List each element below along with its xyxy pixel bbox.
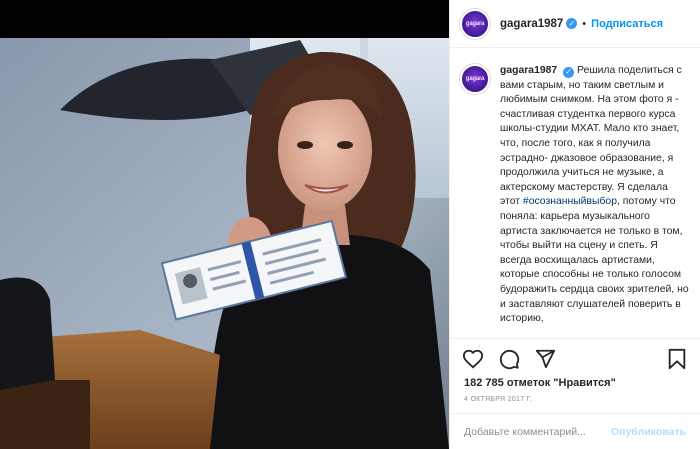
likes-count[interactable]: 182 785 отметок "Нравится" [450, 377, 700, 389]
hashtag-link[interactable]: #осознанныйвыбор [523, 196, 617, 207]
share-icon[interactable] [534, 348, 556, 370]
photo-illustration [0, 0, 449, 449]
action-bar [450, 339, 700, 379]
caption-area: gagara gagara1987 ✓ Решила поделиться с … [450, 48, 700, 338]
post-photo[interactable] [0, 0, 449, 449]
comment-icon[interactable] [498, 348, 520, 370]
caption-text: Решила поделиться с вами старым, но таки… [500, 65, 682, 208]
post-sidebar: gagara gagara1987 ✓ • Подписаться gagara… [449, 0, 700, 449]
post-caption: gagara1987 ✓ Решила поделиться с вами ст… [500, 64, 690, 338]
username-link[interactable]: gagara1987 [500, 18, 563, 30]
heart-icon[interactable] [462, 348, 484, 370]
comment-bar: Опубликовать [450, 413, 700, 449]
bookmark-icon[interactable] [666, 348, 688, 370]
verified-badge-icon: ✓ [566, 18, 578, 29]
separator-dot: • [582, 17, 587, 30]
comment-input[interactable] [464, 425, 612, 438]
post-comment-button[interactable]: Опубликовать [611, 426, 686, 438]
avatar[interactable]: gagara [460, 64, 490, 94]
follow-button[interactable]: Подписаться [591, 18, 663, 30]
avatar-text: gagara [465, 20, 485, 27]
avatar[interactable]: gagara [460, 8, 490, 39]
post-header: gagara gagara1987 ✓ • Подписаться [450, 0, 700, 48]
caption-text-continued: , потому что поняла: карьера музыкальног… [500, 196, 689, 325]
avatar-text: gagara [465, 76, 485, 82]
post-date[interactable]: 4 октября 2017 г. [450, 396, 700, 403]
verified-badge-icon: ✓ [563, 66, 575, 78]
caption-username-link[interactable]: gagara1987 [500, 65, 557, 76]
